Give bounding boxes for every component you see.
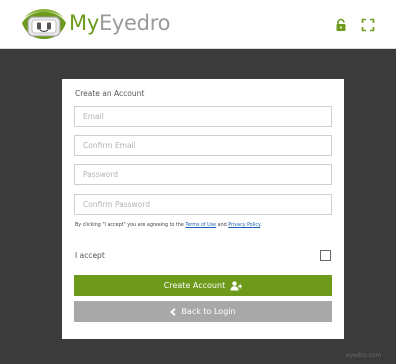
email-field[interactable] [74, 106, 332, 127]
terms-notice: By clicking "I accept" you are agreeing … [75, 223, 262, 228]
privacy-policy-link[interactable]: Privacy Policy [228, 223, 260, 228]
expand-icon[interactable] [361, 17, 375, 32]
form-title: Create an Account [75, 89, 145, 98]
chevron-left-icon [170, 307, 177, 316]
accept-label: I accept [75, 251, 105, 260]
eyedro-logo[interactable] [20, 6, 68, 42]
lock-icon[interactable] [334, 17, 348, 31]
create-account-label: Create Account [163, 281, 226, 290]
password-field[interactable] [74, 164, 332, 185]
terms-suffix: . [260, 223, 262, 228]
confirm-password-field[interactable] [74, 194, 332, 215]
brand-prefix: My [69, 11, 99, 35]
brand-suffix: Eyedro [98, 11, 171, 35]
create-account-card: Create an Account By clicking "I accept"… [62, 79, 344, 339]
confirm-email-field[interactable] [74, 135, 332, 156]
back-to-login-button[interactable]: Back to Login [74, 301, 332, 322]
create-account-button[interactable]: Create Account [74, 275, 332, 296]
accept-checkbox[interactable] [320, 250, 331, 261]
brand-name: MyEyedro [69, 10, 170, 36]
back-to-login-label: Back to Login [181, 307, 236, 316]
terms-prefix: By clicking "I accept" you are agreeing … [75, 223, 186, 228]
terms-of-use-link[interactable]: Terms of Use [185, 223, 216, 228]
footer-site[interactable]: eyedro.com [346, 352, 381, 359]
header-bar: MyEyedro [0, 0, 396, 49]
terms-and: and [216, 223, 229, 228]
add-user-icon [230, 280, 243, 291]
